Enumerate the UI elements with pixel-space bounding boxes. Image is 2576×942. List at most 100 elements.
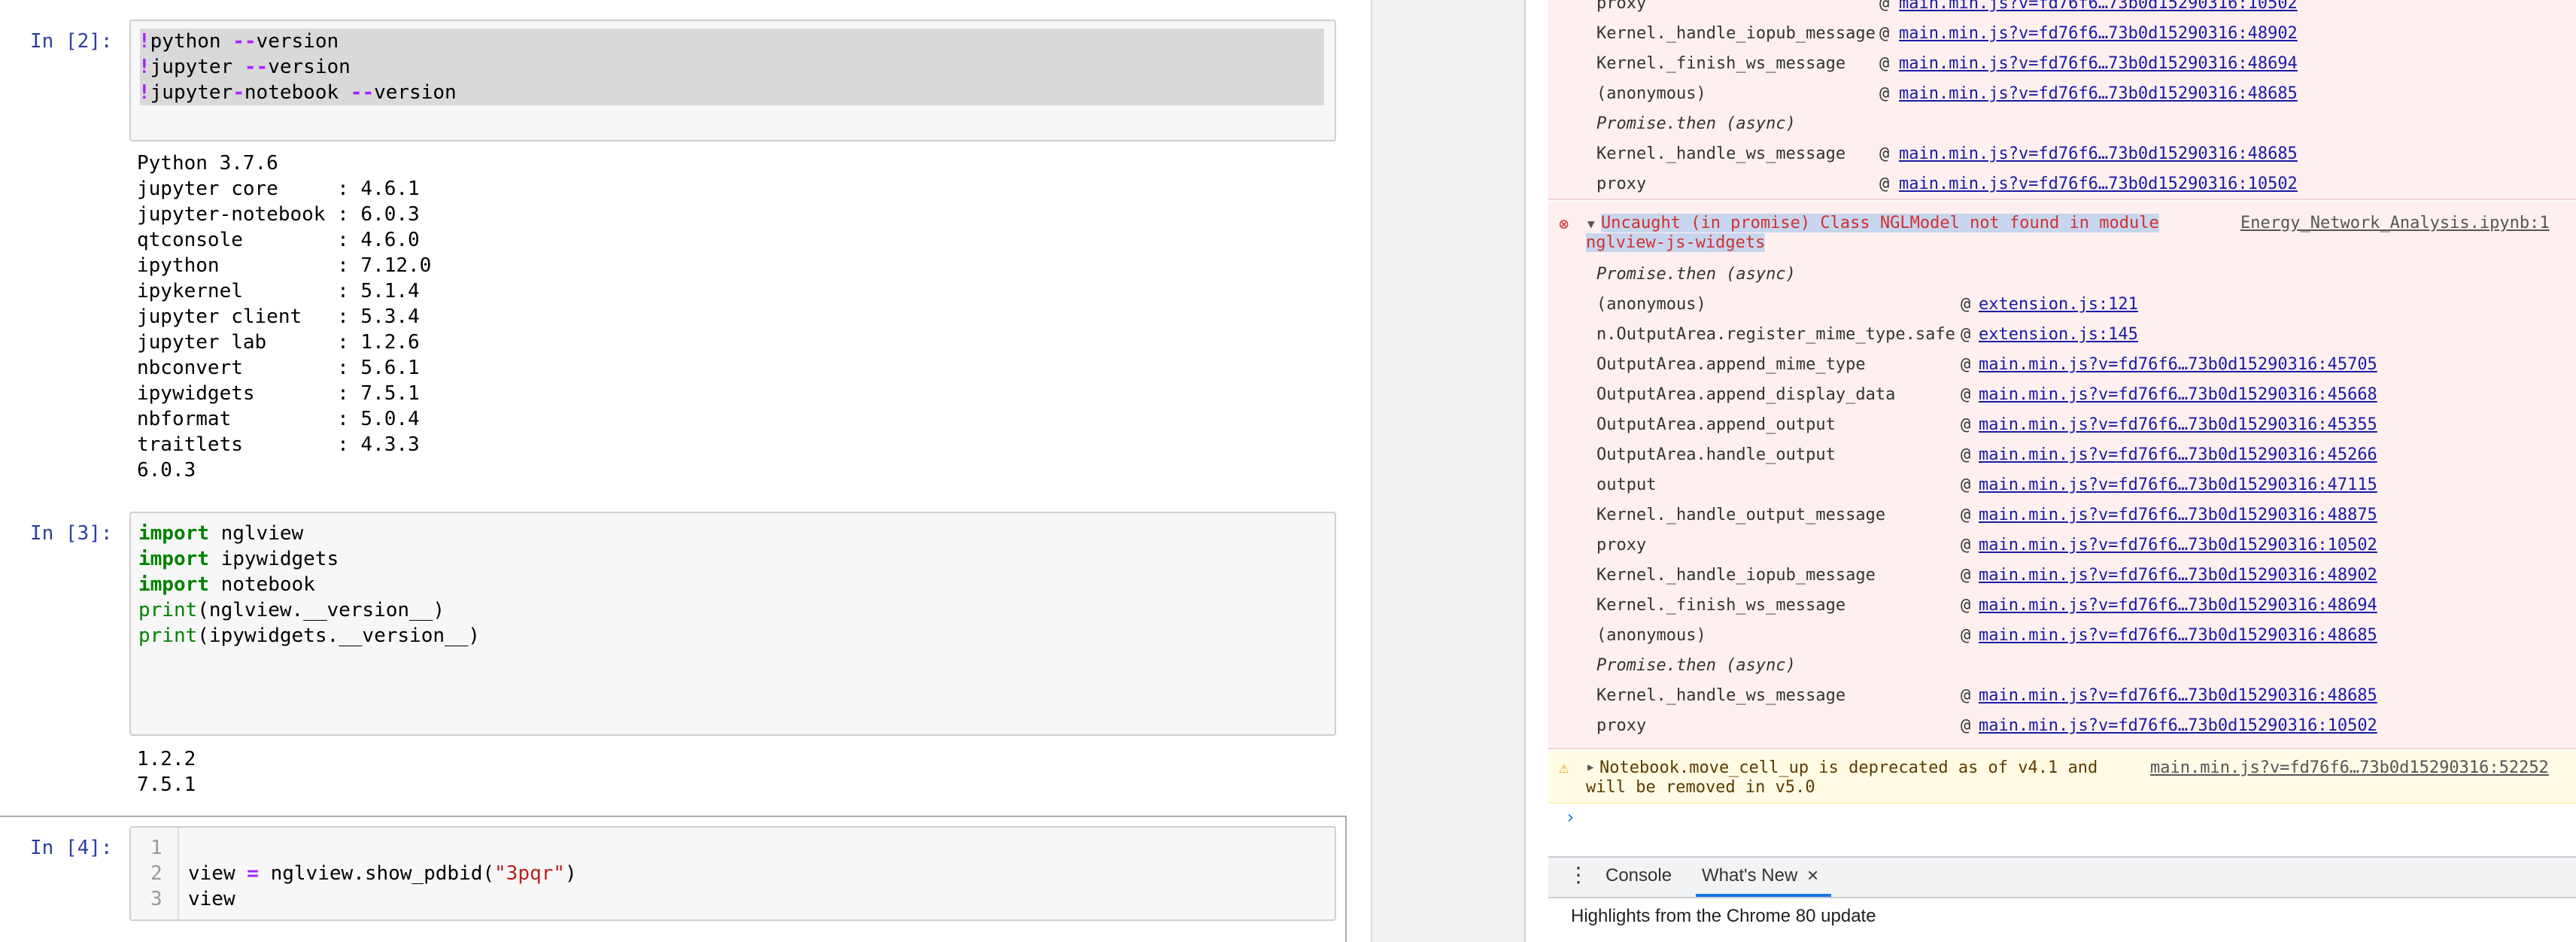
stack-function: proxy bbox=[1596, 716, 1647, 735]
stack-function: proxy bbox=[1596, 175, 1647, 193]
at-symbol: @ bbox=[1961, 596, 1971, 615]
at-symbol: @ bbox=[1961, 626, 1971, 645]
stack-source-link[interactable]: main.min.js?v=fd76f6…73b0d15290316:45355 bbox=[1979, 415, 2377, 434]
at-symbol: @ bbox=[1879, 24, 1890, 43]
stack-source-link[interactable]: extension.js:121 bbox=[1979, 295, 2138, 314]
output-line: 6.0.3 bbox=[137, 459, 196, 482]
stack-source-link[interactable]: main.min.js?v=fd76f6…73b0d15290316:48875 bbox=[1979, 506, 2377, 524]
output-line: ipykernel : 5.1.4 bbox=[137, 280, 420, 302]
output-line: traitlets : 4.3.3 bbox=[137, 433, 420, 456]
at-symbol: @ bbox=[1961, 506, 1971, 524]
output-line: ipython : 7.12.0 bbox=[137, 254, 432, 277]
stack-source-link[interactable]: main.min.js?v=fd76f6…73b0d15290316:48694 bbox=[1899, 54, 2298, 73]
output-line: nbconvert : 5.6.1 bbox=[137, 357, 420, 379]
stack-source-link[interactable]: extension.js:145 bbox=[1979, 325, 2138, 344]
stack-source-link[interactable]: main.min.js?v=fd76f6…73b0d15290316:10502 bbox=[1899, 175, 2298, 193]
warning-message-line1: Notebook.move_cell_up is deprecated as o… bbox=[1599, 758, 2098, 777]
stack-source-link[interactable]: main.min.js?v=fd76f6…73b0d15290316:10502 bbox=[1979, 536, 2377, 555]
code-line: import notebook bbox=[138, 573, 315, 596]
stack-function: Kernel._handle_ws_message bbox=[1596, 686, 1846, 705]
stack-source-link[interactable]: main.min.js?v=fd76f6…73b0d15290316:45668 bbox=[1979, 385, 2377, 404]
code-cell-input[interactable]: 1 2 3 view = nglview.show_pdbid("3pqr") … bbox=[129, 826, 1336, 921]
close-icon[interactable]: × bbox=[1807, 864, 1818, 887]
at-symbol: @ bbox=[1961, 325, 1971, 344]
at-symbol: @ bbox=[1961, 445, 1971, 464]
stack-function: Kernel._handle_iopub_message bbox=[1596, 566, 1876, 585]
expand-triangle-icon[interactable]: ▶ bbox=[1587, 761, 1593, 773]
tab-whats-new[interactable]: What's New bbox=[1702, 865, 1797, 886]
notebook-panel: In [2]: !python --version !jupyter --ver… bbox=[0, 0, 1371, 942]
stack-function: proxy bbox=[1596, 0, 1647, 13]
more-menu-icon[interactable]: ⋮ bbox=[1568, 862, 1589, 887]
stack-function: Kernel._finish_ws_message bbox=[1596, 596, 1846, 615]
at-symbol: @ bbox=[1961, 355, 1971, 374]
stack-function: n.OutputArea.register_mime_type.safe bbox=[1596, 325, 1955, 344]
stack-source-link[interactable]: main.min.js?v=fd76f6…73b0d15290316:45266 bbox=[1979, 445, 2377, 464]
at-symbol: @ bbox=[1961, 295, 1971, 314]
warning-source-link[interactable]: main.min.js?v=fd76f6…73b0d15290316:52252 bbox=[2150, 758, 2549, 777]
console-prompt[interactable]: › bbox=[1565, 807, 1575, 828]
code-line: import nglview bbox=[138, 522, 304, 545]
stack-function: (anonymous) bbox=[1596, 295, 1706, 314]
stack-function: Kernel._handle_ws_message bbox=[1596, 144, 1846, 163]
stack-function: output bbox=[1596, 476, 1657, 494]
stack-source-link[interactable]: main.min.js?v=fd76f6…73b0d15290316:45705 bbox=[1979, 355, 2377, 374]
stack-source-link[interactable]: main.min.js?v=fd76f6…73b0d15290316:48685 bbox=[1899, 144, 2298, 163]
stack-source-link[interactable]: main.min.js?v=fd76f6…73b0d15290316:47115 bbox=[1979, 476, 2377, 494]
notebook-background bbox=[1371, 0, 1524, 942]
stack-source-link[interactable]: main.min.js?v=fd76f6…73b0d15290316:10502 bbox=[1899, 0, 2298, 13]
at-symbol: @ bbox=[1961, 566, 1971, 585]
stack-function: Kernel._finish_ws_message bbox=[1596, 54, 1846, 73]
line-number: 1 bbox=[150, 837, 163, 859]
stack-source-link[interactable]: main.min.js?v=fd76f6…73b0d15290316:10502 bbox=[1979, 716, 2377, 735]
at-symbol: @ bbox=[1961, 415, 1971, 434]
cell-prompt: In [3]: bbox=[30, 522, 113, 545]
async-separator: Promise.then (async) bbox=[1596, 114, 1796, 133]
warning-icon: ⚠ bbox=[1559, 758, 1569, 777]
at-symbol: @ bbox=[1879, 144, 1890, 163]
output-line: jupyter lab : 1.2.6 bbox=[137, 331, 420, 354]
code-line: view = nglview.show_pdbid("3pqr") bbox=[188, 862, 577, 885]
code-cell-input[interactable]: !python --version !jupyter --version !ju… bbox=[129, 20, 1336, 141]
output-line: Python 3.7.6 bbox=[137, 152, 278, 175]
stack-function: Kernel._handle_iopub_message bbox=[1596, 24, 1876, 43]
code-line: !jupyter-notebook --version bbox=[138, 81, 457, 104]
error-icon: ⊗ bbox=[1559, 215, 1569, 234]
stack-function: OutputArea.append_mime_type bbox=[1596, 355, 1866, 374]
warning-message-line2: will be removed in v5.0 bbox=[1586, 778, 1815, 797]
stack-function: (anonymous) bbox=[1596, 626, 1706, 645]
line-number: 3 bbox=[150, 888, 163, 910]
devtools-left-edge bbox=[1524, 0, 1548, 942]
expand-triangle-icon[interactable]: ▼ bbox=[1587, 217, 1595, 231]
at-symbol: @ bbox=[1961, 476, 1971, 494]
stack-function: Kernel._handle_output_message bbox=[1596, 506, 1886, 524]
error-message-line2: nglview-js-widgets bbox=[1586, 233, 1766, 252]
stack-function: (anonymous) bbox=[1596, 84, 1706, 103]
error-message-line1: Uncaught (in promise) Class NGLModel not… bbox=[1601, 214, 2159, 232]
highlights-heading: Highlights from the Chrome 80 update bbox=[1571, 906, 1876, 926]
output-line: jupyter-notebook : 6.0.3 bbox=[137, 203, 420, 226]
stack-source-link[interactable]: main.min.js?v=fd76f6…73b0d15290316:48694 bbox=[1979, 596, 2377, 615]
output-line: 1.2.2 bbox=[137, 748, 196, 770]
devtools-console: ⊗ ▼ Uncaught (in promise) Class NGLModel… bbox=[1548, 0, 2576, 942]
at-symbol: @ bbox=[1961, 385, 1971, 404]
output-line: jupyter core : 4.6.1 bbox=[137, 178, 420, 200]
stack-function: proxy bbox=[1596, 536, 1647, 555]
stack-source-link[interactable]: main.min.js?v=fd76f6…73b0d15290316:48685 bbox=[1979, 626, 2377, 645]
code-line: !python --version bbox=[138, 30, 339, 53]
error-source-link[interactable]: Energy_Network_Analysis.ipynb:1 bbox=[2240, 214, 2550, 232]
cell-prompt: In [4]: bbox=[30, 837, 113, 859]
whats-new-panel: Highlights from the Chrome 80 update bbox=[1548, 898, 2576, 942]
output-line: nbformat : 5.0.4 bbox=[137, 408, 420, 430]
at-symbol: @ bbox=[1961, 686, 1971, 705]
stack-source-link[interactable]: main.min.js?v=fd76f6…73b0d15290316:48685 bbox=[1899, 84, 2298, 103]
at-symbol: @ bbox=[1961, 536, 1971, 555]
stack-function: OutputArea.append_display_data bbox=[1596, 385, 1896, 404]
code-cell-input[interactable]: import nglview import ipywidgets import … bbox=[129, 512, 1336, 736]
stack-source-link[interactable]: main.min.js?v=fd76f6…73b0d15290316:48902 bbox=[1899, 24, 2298, 43]
code-line: import ipywidgets bbox=[138, 548, 339, 570]
stack-source-link[interactable]: main.min.js?v=fd76f6…73b0d15290316:48902 bbox=[1979, 566, 2377, 585]
stack-source-link[interactable]: main.min.js?v=fd76f6…73b0d15290316:48685 bbox=[1979, 686, 2377, 705]
tab-console[interactable]: Console bbox=[1605, 865, 1672, 886]
async-separator: Promise.then (async) bbox=[1596, 656, 1796, 675]
